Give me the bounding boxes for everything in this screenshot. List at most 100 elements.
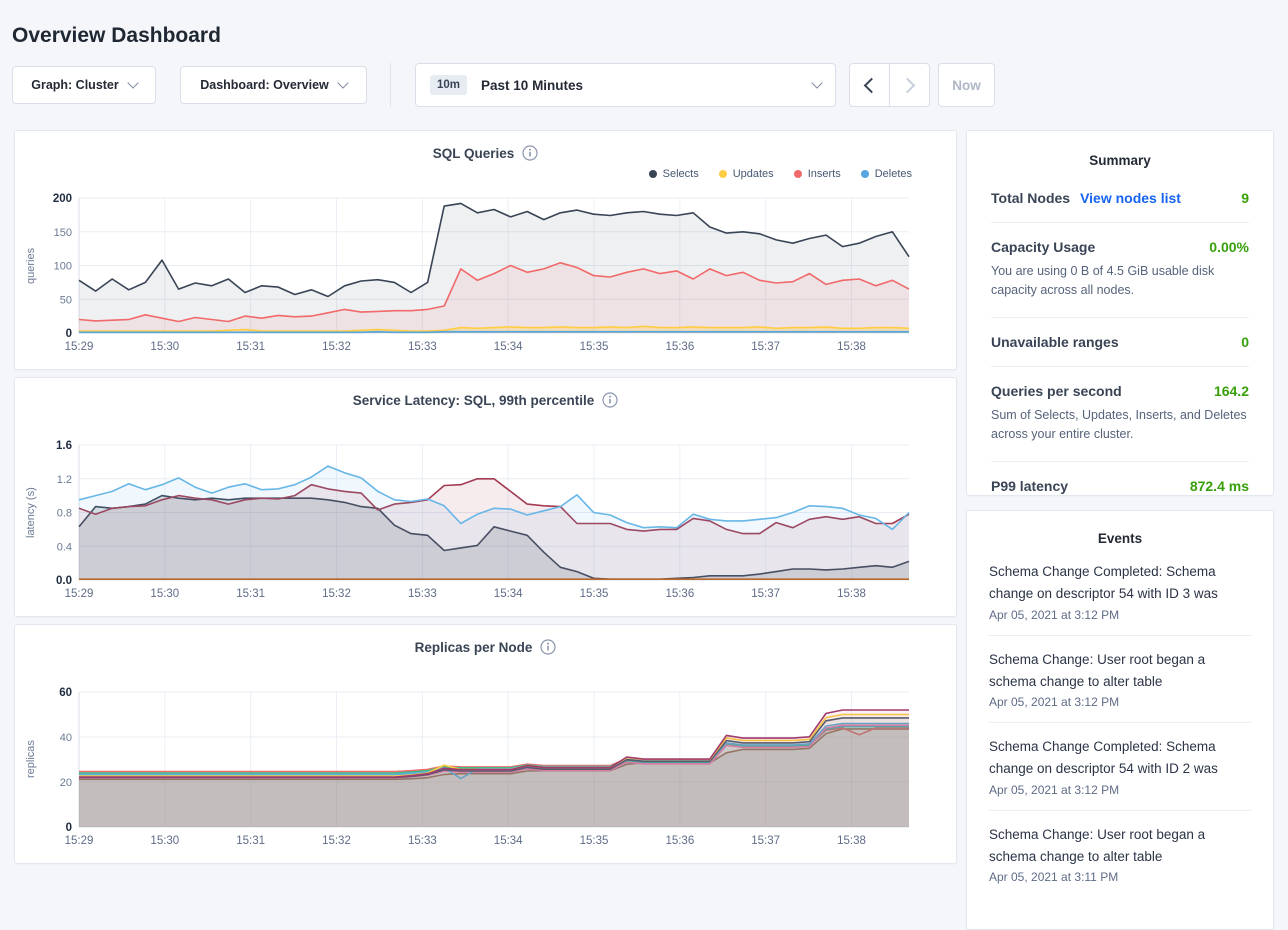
info-icon[interactable] (602, 392, 618, 408)
legend-label: Updates (733, 168, 774, 180)
event-text: Schema Change: User root began a schema … (989, 824, 1251, 869)
legend-label: Selects (663, 168, 699, 180)
svg-text:15:29: 15:29 (65, 341, 94, 353)
svg-text:40: 40 (60, 732, 72, 744)
dashboard-dropdown[interactable]: Dashboard: Overview (180, 66, 367, 104)
legend-item[interactable]: Updates (719, 168, 774, 180)
sql-queries-plot[interactable]: 05010015020015:2915:3015:3115:3215:3315:… (39, 183, 919, 357)
svg-text:60: 60 (59, 687, 72, 699)
event-item[interactable]: Schema Change Completed: Schema change o… (989, 548, 1251, 636)
chevron-right-icon (900, 77, 916, 93)
event-timestamp: Apr 05, 2021 at 3:12 PM (989, 695, 1251, 709)
svg-text:0: 0 (66, 328, 72, 340)
svg-text:15:37: 15:37 (751, 835, 780, 847)
summary-row-queries-per-second: Queries per second 164.2 Sum of Selects,… (991, 367, 1249, 462)
svg-text:0: 0 (66, 822, 72, 834)
chart-plot-area: 0.00.40.81.21.615:2915:3015:3115:3215:33… (39, 430, 919, 609)
time-range-label: Past 10 Minutes (481, 78, 813, 93)
svg-text:15:34: 15:34 (494, 588, 523, 600)
prev-range-button[interactable] (850, 64, 889, 106)
legend-dot-icon (649, 170, 657, 178)
summary-value: 9 (1241, 190, 1249, 206)
summary-value: 0.00% (1209, 239, 1249, 255)
svg-text:15:34: 15:34 (494, 341, 523, 353)
summary-description: Sum of Selects, Updates, Inserts, and De… (991, 406, 1249, 445)
now-label: Now (952, 78, 981, 93)
chart-title-text: Service Latency: SQL, 99th percentile (353, 393, 595, 408)
svg-text:15:36: 15:36 (665, 835, 694, 847)
summary-label: Capacity Usage (991, 239, 1095, 255)
chart-panel-service-latency: Service Latency: SQL, 99th percentile la… (14, 377, 957, 617)
summary-row-unavailable-ranges: Unavailable ranges 0 (991, 318, 1249, 367)
info-icon[interactable] (522, 145, 538, 161)
chart-title-text: SQL Queries (433, 146, 515, 161)
svg-text:15:35: 15:35 (580, 588, 609, 600)
chevron-left-icon (864, 77, 880, 93)
svg-text:50: 50 (60, 294, 72, 306)
y-axis-label: queries (23, 198, 39, 333)
summary-value: 164.2 (1214, 383, 1249, 399)
summary-label: P99 latency (991, 478, 1068, 494)
chart-panel-replicas-per-node: Replicas per Node replicas 020406015:291… (14, 624, 957, 864)
svg-text:1.6: 1.6 (56, 440, 72, 452)
svg-text:15:36: 15:36 (665, 588, 694, 600)
chart-plot-area: 020406015:2915:3015:3115:3215:3315:3415:… (39, 677, 919, 856)
svg-text:20: 20 (60, 777, 72, 789)
replicas-per-node-plot[interactable]: 020406015:2915:3015:3115:3215:3315:3415:… (39, 677, 919, 851)
svg-text:15:30: 15:30 (150, 341, 179, 353)
info-icon[interactable] (540, 639, 556, 655)
event-item[interactable]: Schema Change: User root began a schema … (989, 636, 1251, 724)
svg-text:15:35: 15:35 (580, 835, 609, 847)
legend-item[interactable]: Deletes (861, 168, 912, 180)
svg-text:15:37: 15:37 (751, 588, 780, 600)
chart-title: Replicas per Node (15, 639, 956, 655)
svg-text:15:37: 15:37 (751, 341, 780, 353)
svg-text:100: 100 (54, 261, 72, 273)
svg-text:15:38: 15:38 (837, 341, 866, 353)
legend-dot-icon (719, 170, 727, 178)
chevron-down-icon (127, 77, 138, 88)
event-item[interactable]: Schema Change Completed: Schema change o… (989, 723, 1251, 811)
service-latency-plot[interactable]: 0.00.40.81.21.615:2915:3015:3115:3215:33… (39, 430, 919, 604)
legend-dot-icon (861, 170, 869, 178)
now-button[interactable]: Now (938, 63, 995, 107)
events-title: Events (989, 531, 1251, 546)
summary-label: Queries per second (991, 383, 1122, 399)
summary-title: Summary (991, 153, 1249, 168)
chart-title-text: Replicas per Node (415, 640, 533, 655)
svg-text:1.2: 1.2 (57, 474, 72, 486)
chart-title: SQL Queries (15, 145, 956, 161)
svg-text:15:32: 15:32 (322, 588, 351, 600)
event-timestamp: Apr 05, 2021 at 3:11 PM (989, 870, 1251, 884)
legend-item[interactable]: Inserts (794, 168, 841, 180)
svg-text:15:34: 15:34 (494, 835, 523, 847)
svg-text:15:32: 15:32 (322, 341, 351, 353)
summary-label: Total Nodes (991, 190, 1070, 206)
event-item[interactable]: Schema Change: User root began a schema … (989, 811, 1251, 898)
page-title: Overview Dashboard (12, 24, 221, 48)
time-range-dropdown[interactable]: 10m Past 10 Minutes (415, 63, 836, 107)
event-timestamp: Apr 05, 2021 at 3:12 PM (989, 608, 1251, 622)
chart-plot-area: 05010015020015:2915:3015:3115:3215:3315:… (39, 183, 919, 362)
legend-dot-icon (794, 170, 802, 178)
svg-text:15:32: 15:32 (322, 835, 351, 847)
event-text: Schema Change Completed: Schema change o… (989, 736, 1251, 781)
time-range-badge: 10m (430, 75, 467, 95)
summary-value: 872.4 ms (1190, 478, 1249, 494)
y-axis-label: replicas (23, 692, 39, 827)
svg-text:15:35: 15:35 (580, 341, 609, 353)
view-nodes-list-link[interactable]: View nodes list (1080, 190, 1181, 206)
chevron-down-icon (337, 77, 348, 88)
summary-description: You are using 0 B of 4.5 GiB usable disk… (991, 262, 1249, 301)
toolbar-divider (390, 63, 391, 107)
svg-text:15:31: 15:31 (236, 341, 265, 353)
svg-text:150: 150 (54, 227, 72, 239)
event-text: Schema Change Completed: Schema change o… (989, 561, 1251, 606)
svg-text:15:29: 15:29 (65, 588, 94, 600)
legend-item[interactable]: Selects (649, 168, 699, 180)
next-range-button[interactable] (889, 64, 929, 106)
event-text: Schema Change: User root began a schema … (989, 649, 1251, 694)
dashboard-label: Dashboard: Overview (200, 78, 329, 92)
y-axis-label: latency (s) (23, 445, 39, 580)
graph-scope-dropdown[interactable]: Graph: Cluster (12, 66, 156, 104)
